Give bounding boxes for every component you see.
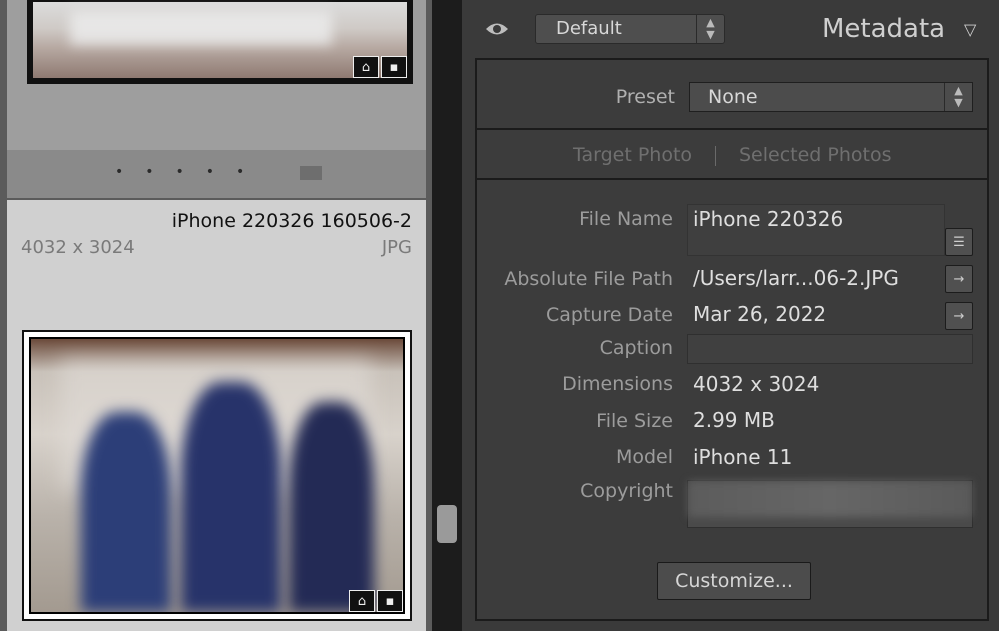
grid-row-separator: ••••• — [7, 150, 426, 198]
metadata-set-value: Default — [556, 18, 622, 39]
thumbnail-image[interactable] — [33, 2, 407, 78]
collapse-triangle-icon[interactable]: ▽ — [964, 20, 976, 39]
thumbnail-badges: ⌂ ▪ — [353, 56, 407, 78]
preset-label: Preset — [615, 86, 675, 108]
tag-icon[interactable]: ⌂ — [353, 56, 379, 78]
blurred-region — [70, 11, 333, 46]
model-value: iPhone 11 — [693, 445, 793, 469]
thumbnail-filetype: JPG — [381, 237, 412, 258]
thumbnail-dimensions: 4032 x 3024 — [21, 237, 135, 258]
thumbnail-frame[interactable]: ⌂ ▪ — [27, 0, 413, 84]
caption-label: Caption — [599, 337, 673, 359]
tab-separator — [715, 146, 716, 166]
blurred-person — [81, 412, 171, 612]
tag-icon[interactable]: ⌂ — [349, 590, 375, 612]
thumbnail-filename: iPhone 220326 160506-2 — [171, 210, 412, 232]
blurred-person — [289, 402, 374, 612]
grid-cell-previous[interactable]: ⌂ ▪ — [7, 0, 426, 150]
stepper-icon[interactable]: ▲ ▼ — [944, 83, 972, 111]
metadata-set-select[interactable]: Default ▲ ▼ — [535, 14, 725, 44]
metadata-header: Default ▲ ▼ Metadata ▽ — [462, 0, 999, 58]
file-size-label: File Size — [596, 410, 673, 432]
arrow-right-icon[interactable]: → — [945, 302, 973, 330]
grid-view: ⌂ ▪ ••••• iPhone 220326 160506-2 4032 x … — [0, 0, 432, 631]
panel-splitter[interactable] — [432, 0, 462, 631]
thumbnail-image[interactable]: ⌂ ▪ — [31, 339, 403, 612]
dots-icon: ••••• — [115, 164, 267, 180]
dimensions-label: Dimensions — [562, 373, 673, 395]
preset-select[interactable]: None ▲ ▼ — [689, 82, 973, 112]
capture-date-label: Capture Date — [546, 304, 673, 326]
preset-row: Preset None ▲ ▼ — [477, 60, 987, 130]
comment-icon[interactable]: ▪ — [381, 56, 407, 78]
eye-icon[interactable] — [484, 16, 510, 42]
model-label: Model — [615, 446, 673, 468]
panel-title[interactable]: Metadata — [822, 14, 945, 44]
comment-icon[interactable]: ▪ — [377, 590, 403, 612]
blurred-region — [688, 481, 972, 517]
file-name-value[interactable]: iPhone 220326 — [693, 207, 843, 231]
preset-value: None — [708, 86, 758, 108]
list-icon[interactable]: ☰ — [945, 228, 973, 256]
copyright-label: Copyright — [580, 480, 673, 502]
blurred-person — [181, 382, 281, 612]
copyright-field[interactable] — [687, 480, 973, 528]
thumbnail-badges: ⌂ ▪ — [349, 590, 403, 612]
scrollbar-thumb[interactable] — [437, 505, 457, 543]
file-path-value: /Users/larr...06-2.JPG — [693, 266, 899, 290]
caption-field[interactable] — [687, 334, 973, 364]
capture-date-value: Mar 26, 2022 — [693, 302, 827, 326]
grid-scroll-stub[interactable] — [300, 166, 322, 180]
tab-selected-photos[interactable]: Selected Photos — [739, 144, 892, 166]
customize-button[interactable]: Customize... — [657, 562, 811, 600]
stepper-icon[interactable]: ▲ ▼ — [696, 15, 724, 43]
thumbnail-border: ⌂ ▪ — [29, 337, 405, 614]
file-size-value: 2.99 MB — [693, 408, 775, 432]
metadata-body: Preset None ▲ ▼ Target Photo Selected Pho… — [475, 58, 989, 621]
file-path-label: Absolute File Path — [504, 268, 673, 290]
dimensions-value: 4032 x 3024 — [693, 372, 820, 396]
grid-cell-selected[interactable]: iPhone 220326 160506-2 4032 x 3024 JPG ⌂… — [7, 200, 426, 631]
arrow-right-icon[interactable]: → — [945, 265, 973, 293]
thumbnail-frame[interactable]: ⌂ ▪ — [22, 330, 412, 621]
target-tabs: Target Photo Selected Photos — [477, 132, 987, 180]
tab-target-photo[interactable]: Target Photo — [573, 144, 692, 166]
file-name-label: File Name — [579, 208, 673, 230]
metadata-panel: Default ▲ ▼ Metadata ▽ Preset None ▲ ▼ Tar… — [462, 0, 999, 631]
